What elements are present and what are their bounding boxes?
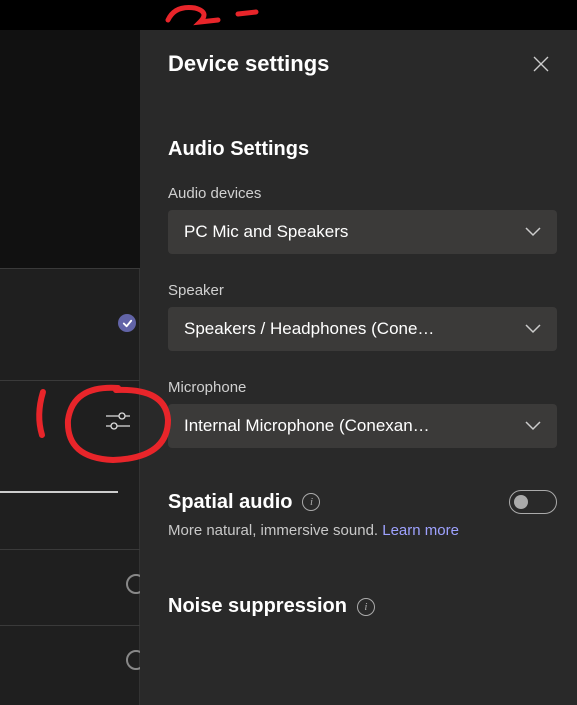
spatial-audio-title: Spatial audio (168, 491, 292, 514)
divider (0, 549, 140, 550)
active-indicator (0, 491, 118, 493)
chevron-down-icon (525, 324, 541, 334)
toggle-knob (514, 495, 528, 509)
speaker-dropdown[interactable]: Speakers / Headphones (Cone… (168, 307, 557, 351)
microphone-label: Microphone (168, 379, 557, 396)
check-badge-icon (118, 314, 136, 332)
close-icon (533, 56, 549, 72)
close-button[interactable] (525, 48, 557, 80)
chevron-down-icon (525, 421, 541, 431)
microphone-dropdown[interactable]: Internal Microphone (Conexan… (168, 404, 557, 448)
noise-suppression-title: Noise suppression (168, 595, 347, 618)
annotation-mark (160, 0, 270, 30)
speaker-value: Speakers / Headphones (Cone… (184, 319, 434, 339)
info-icon[interactable]: i (357, 598, 375, 616)
speaker-label: Speaker (168, 282, 557, 299)
spatial-audio-toggle[interactable] (509, 490, 557, 514)
spatial-audio-helper: More natural, immersive sound. Learn mor… (168, 522, 557, 539)
divider (0, 625, 140, 626)
learn-more-link[interactable]: Learn more (382, 522, 459, 539)
section-title: Audio Settings (168, 138, 557, 161)
preview-area (0, 30, 140, 268)
top-black-bar (0, 0, 140, 30)
device-settings-icon[interactable] (105, 410, 131, 437)
divider (0, 268, 140, 269)
noise-suppression-row: Noise suppression i (168, 595, 557, 618)
spatial-audio-label-group: Spatial audio i (168, 491, 320, 514)
audio-devices-value: PC Mic and Speakers (184, 222, 348, 242)
panel-title: Device settings (168, 51, 329, 77)
device-settings-panel: Device settings Audio Settings Audio dev… (140, 30, 577, 705)
panel-header: Device settings (168, 48, 557, 80)
chevron-down-icon (525, 227, 541, 237)
divider (0, 380, 140, 381)
left-sidebar (0, 0, 140, 705)
spatial-audio-row: Spatial audio i (168, 490, 557, 514)
microphone-value: Internal Microphone (Conexan… (184, 416, 430, 436)
audio-devices-label: Audio devices (168, 185, 557, 202)
info-icon[interactable]: i (302, 493, 320, 511)
audio-devices-dropdown[interactable]: PC Mic and Speakers (168, 210, 557, 254)
